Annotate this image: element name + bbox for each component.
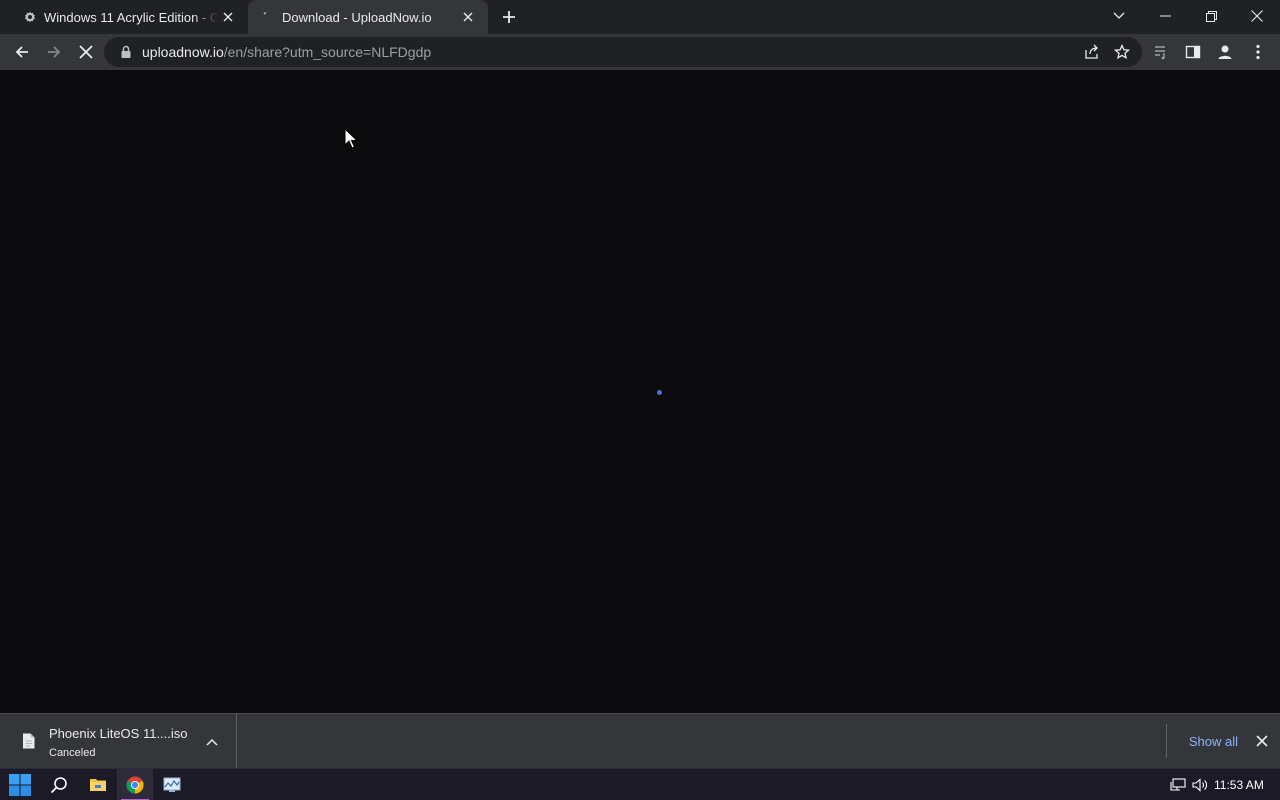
system-tray [1168,769,1212,800]
file-icon [23,733,35,749]
loading-icon [260,9,276,25]
avatar-icon [1218,45,1232,59]
star-icon [1114,44,1130,60]
mouse-cursor-icon [344,128,358,149]
side-panel-button[interactable] [1180,39,1206,65]
download-options-button[interactable] [204,734,220,750]
url-host: uploadnow.io [142,44,224,60]
monitor-chart-icon [163,777,181,792]
taskbar: 11:53 AM [0,768,1280,800]
tab-title: Download - UploadNow.io [282,9,432,25]
profile-button[interactable] [1212,39,1238,65]
download-status: Canceled [49,747,96,759]
tab-title: Windows 11 Acrylic Edition - Cru [44,9,218,25]
url-text[interactable]: uploadnow.io/en/share?utm_source=NLFDgdp [142,44,431,60]
side-panel-icon [1185,45,1201,59]
browser-toolbar: uploadnow.io/en/share?utm_source=NLFDgdp [0,34,1280,70]
close-tab-icon[interactable] [220,9,236,25]
stop-loading-button[interactable] [73,39,99,65]
clock[interactable]: 11:53 AM [1214,778,1264,792]
show-all-downloads-button[interactable]: Show all [1166,724,1242,758]
chevron-down-icon [1113,12,1125,19]
forward-button[interactable] [41,39,67,65]
minimize-icon [1159,15,1171,17]
download-shelf: Phoenix LiteOS 11....iso Canceled Show a… [0,713,1280,768]
restore-icon [1205,10,1217,22]
address-bar[interactable]: uploadnow.io/en/share?utm_source=NLFDgdp [104,37,1142,67]
close-window-button[interactable] [1234,0,1280,32]
more-vertical-icon [1256,44,1260,60]
windows-logo-icon [9,774,31,796]
folder-icon [90,779,106,791]
share-icon [1085,44,1098,59]
file-explorer-button[interactable] [80,769,116,800]
page-content [0,70,1280,713]
new-tab-button[interactable] [499,7,519,27]
url-path: /en/share?utm_source=NLFDgdp [223,44,432,60]
stop-icon [79,45,93,59]
tab-strip: Windows 11 Acrylic Edition - Cru Downloa… [0,0,1280,34]
close-icon [1256,735,1268,747]
download-filename: Phoenix LiteOS 11....iso [49,726,188,741]
lock-icon[interactable] [118,44,134,60]
minimize-button[interactable] [1142,0,1188,32]
close-tab-icon[interactable] [460,9,476,25]
gear-icon [22,9,38,25]
network-icon[interactable] [1168,769,1188,800]
start-button[interactable] [2,769,38,800]
menu-button[interactable] [1245,39,1271,65]
arrow-left-icon [15,46,28,58]
chrome-icon [126,776,144,794]
back-button[interactable] [9,39,35,65]
close-shelf-button[interactable] [1254,733,1270,749]
volume-icon[interactable] [1188,769,1212,800]
arrow-right-icon [48,46,61,58]
loading-spinner [657,390,662,395]
search-button[interactable] [41,769,77,800]
music-queue-icon [1155,46,1165,60]
search-icon [50,777,67,794]
tab-search-button[interactable] [1096,0,1142,32]
download-item[interactable]: Phoenix LiteOS 11....iso Canceled [0,714,237,768]
tab-download-uploadnow[interactable]: Download - UploadNow.io [248,0,488,34]
tab-windows-11-acrylic[interactable]: Windows 11 Acrylic Edition - Cru [8,0,248,34]
chevron-up-icon [206,738,218,746]
restore-button[interactable] [1188,0,1234,32]
media-controls-button[interactable] [1148,39,1174,65]
plus-icon [503,11,515,23]
resource-monitor-button[interactable] [154,769,190,800]
close-icon [1251,10,1263,22]
share-button[interactable] [1079,39,1105,65]
bookmark-button[interactable] [1109,39,1135,65]
chrome-taskbar-button[interactable] [117,769,153,800]
